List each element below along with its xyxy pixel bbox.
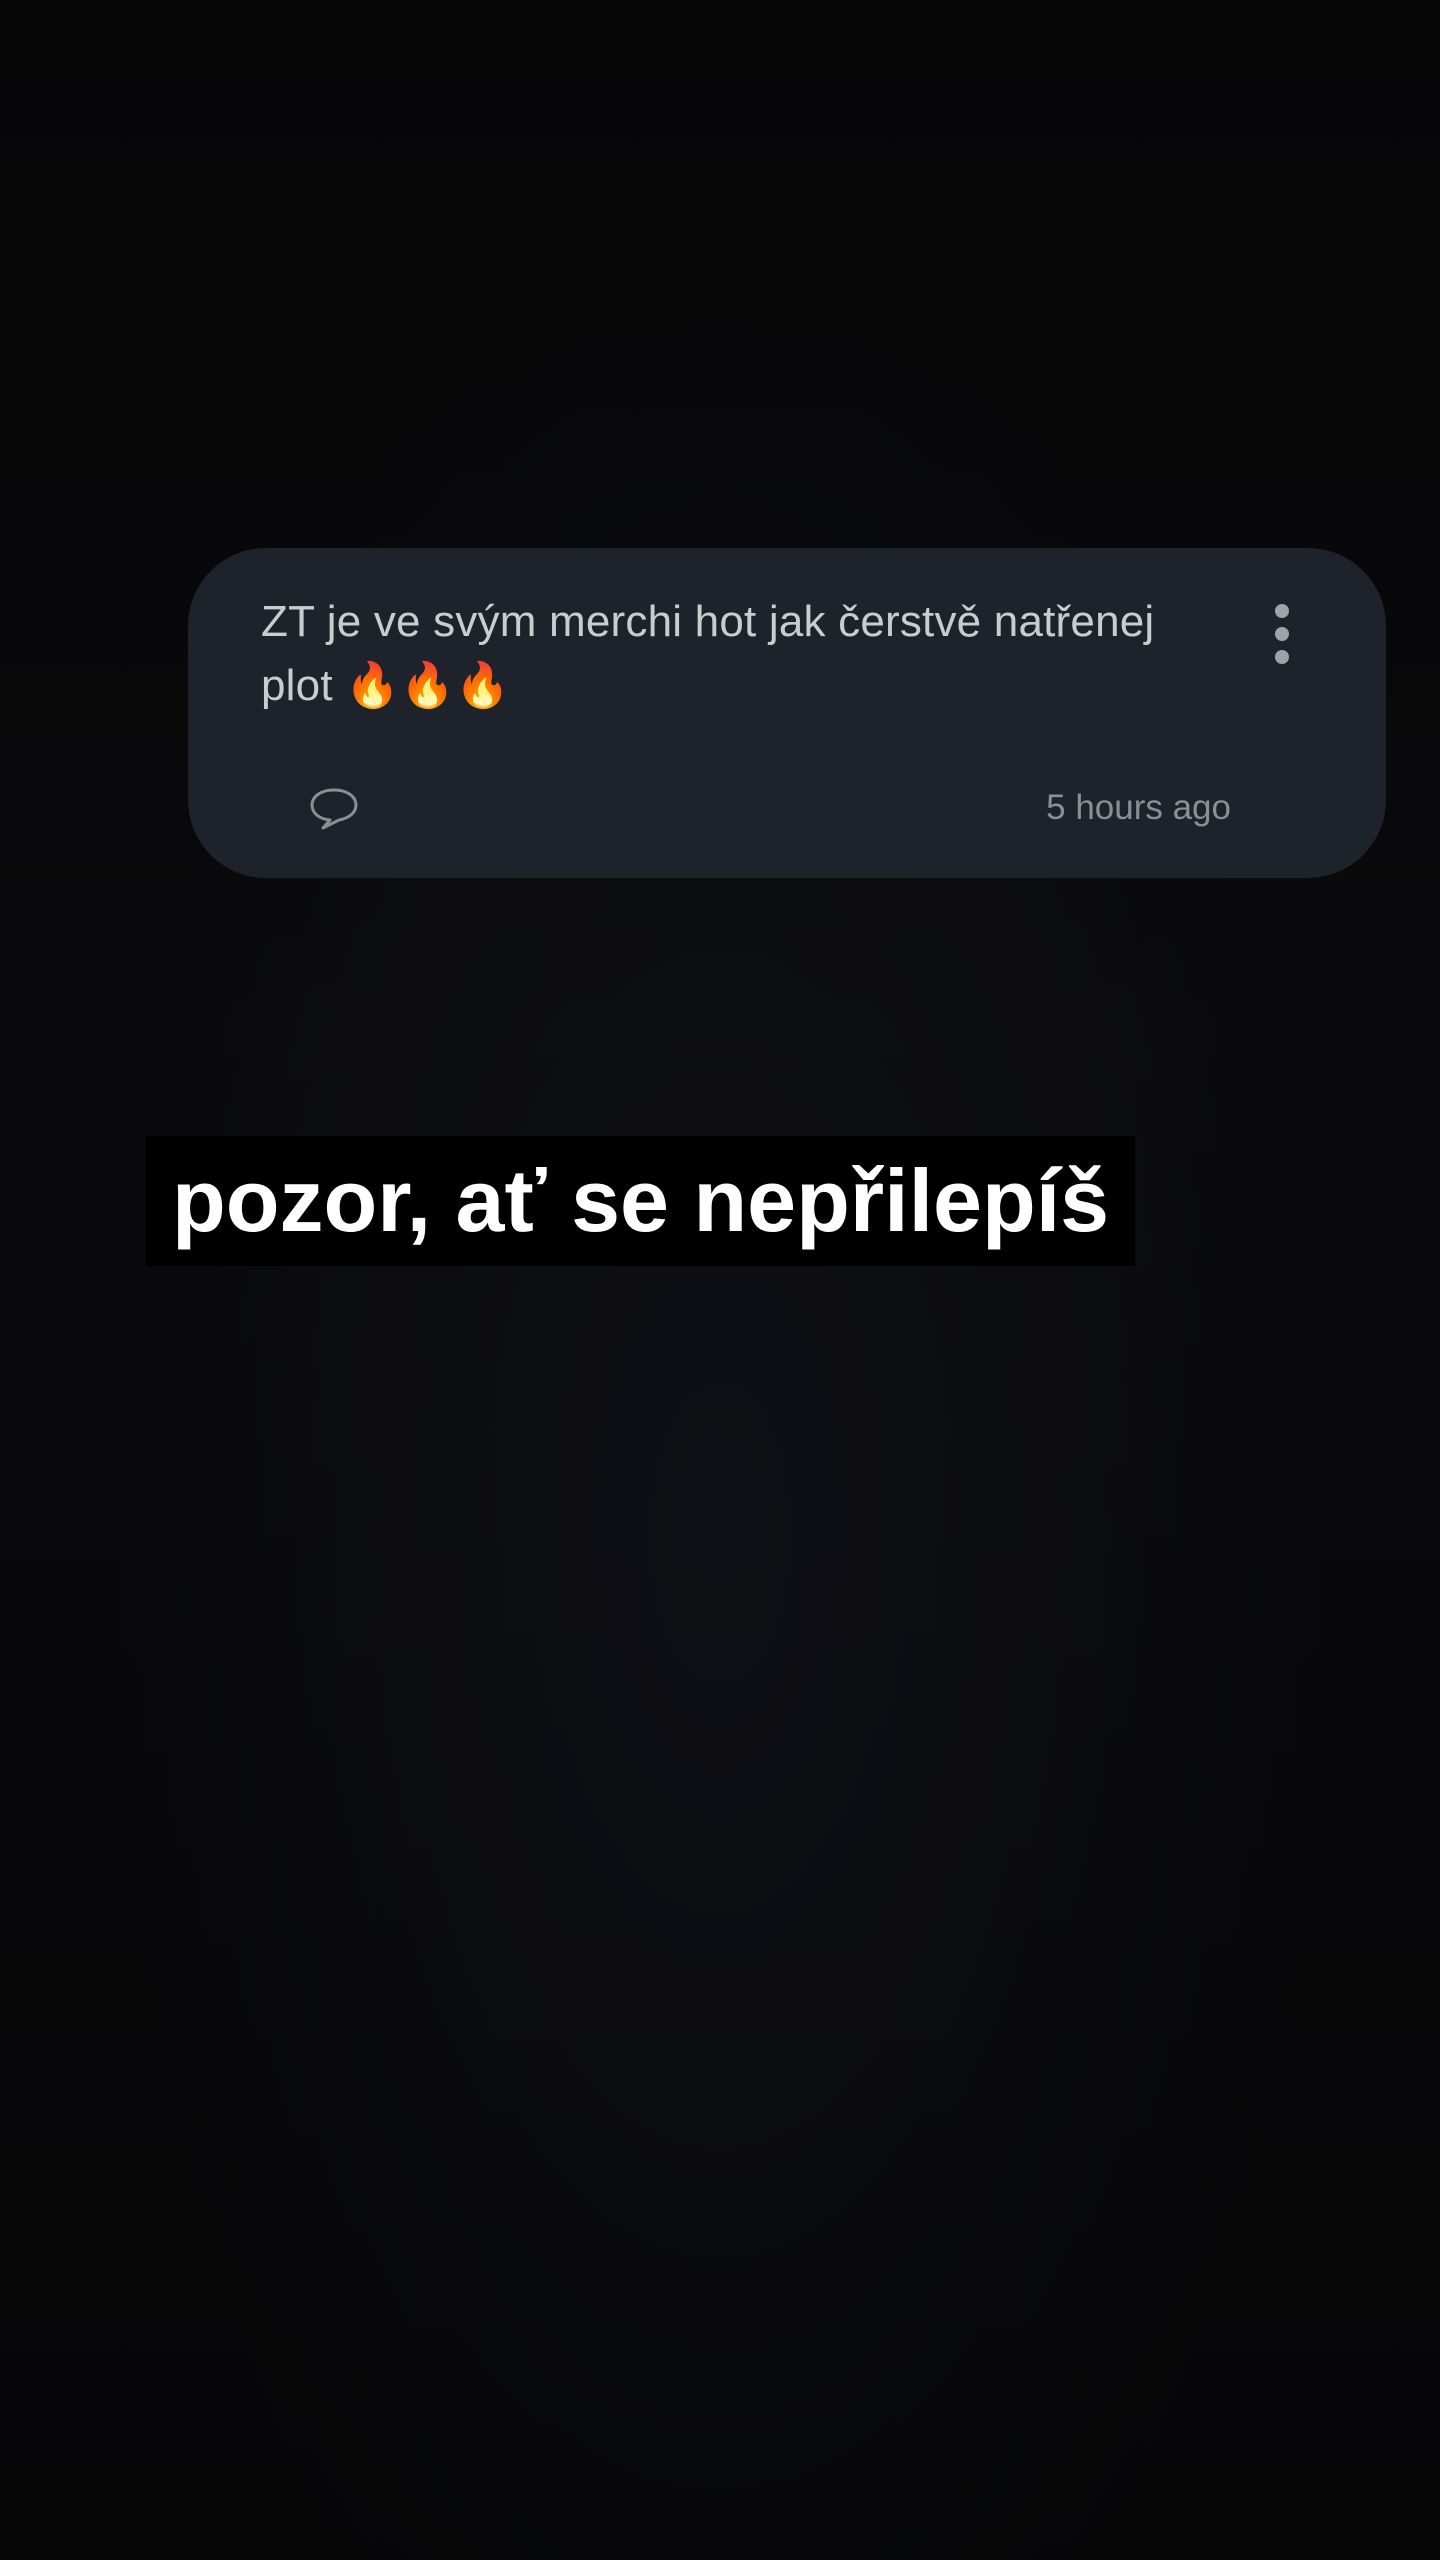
caption-text: pozor, ať se nepřilepíš	[172, 1151, 1110, 1250]
reply-button[interactable]	[306, 784, 362, 834]
comment-bubble-icon	[310, 788, 358, 830]
comment-text: ZT je ve svým merchi hot jak čerstvě nat…	[261, 597, 1155, 710]
video-background	[0, 0, 1440, 2560]
more-vertical-icon-dot	[1275, 650, 1289, 664]
more-vertical-icon	[1275, 604, 1289, 618]
comment-timestamp: 5 hours ago	[1046, 788, 1231, 827]
more-options-button[interactable]	[1262, 594, 1302, 674]
video-caption: pozor, ať se nepřilepíš	[146, 1136, 1136, 1266]
more-vertical-icon-dot	[1275, 627, 1289, 641]
comment-card: ZT je ve svým merchi hot jak čerstvě nat…	[188, 548, 1386, 878]
